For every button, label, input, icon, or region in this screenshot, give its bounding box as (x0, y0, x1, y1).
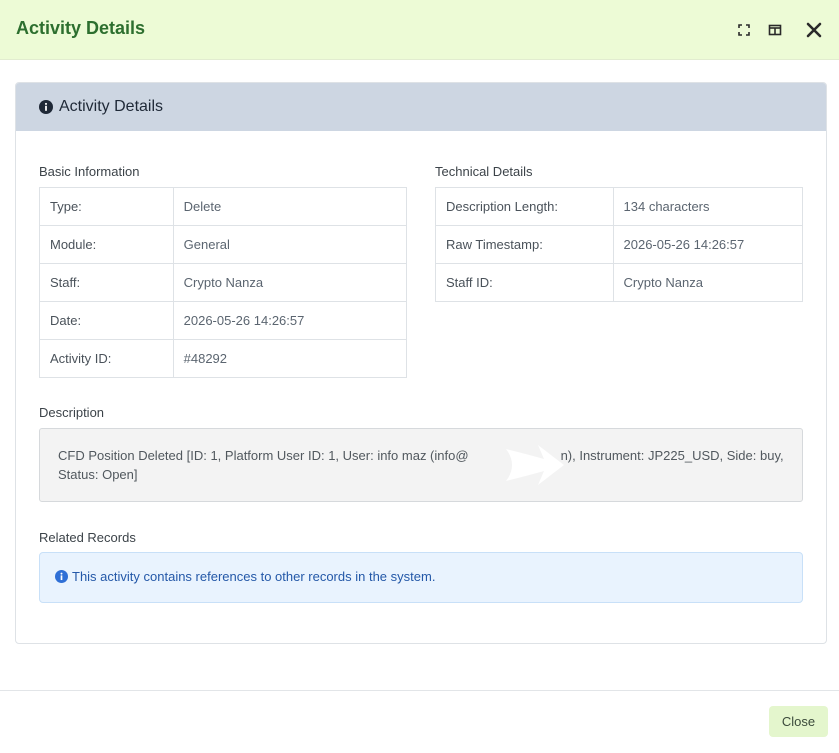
row-key: Activity ID: (39, 339, 174, 378)
table-row: Staff: Crypto Nanza (39, 263, 408, 302)
row-value: General (172, 225, 408, 264)
redaction-arrow-icon (506, 445, 564, 485)
table-row: Type: Delete (39, 187, 408, 226)
table-row: Raw Timestamp: 2026-05-26 14:26:57 (435, 225, 804, 264)
modal-title: Activity Details (16, 18, 146, 38)
row-key: Date: (39, 301, 174, 340)
modal-header: Activity Details (0, 0, 839, 60)
card-title: Activity Details (59, 98, 164, 115)
modal-footer: Close (0, 690, 839, 753)
description-line-1: CFD Position Deleted [ID: 1, Platform Us… (58, 446, 784, 465)
row-value: Crypto Nanza (172, 263, 408, 302)
basic-info-heading: Basic Information (39, 164, 140, 179)
description-heading: Description (39, 405, 105, 420)
alert-text: This activity contains references to oth… (72, 569, 436, 584)
technical-details-table: Description Length: 134 characters Raw T… (435, 187, 804, 302)
technical-details-heading: Technical Details (435, 164, 533, 179)
row-value: 2026-05-26 14:26:57 (172, 301, 408, 340)
row-key: Staff ID: (435, 263, 614, 302)
table-row: Staff ID: Crypto Nanza (435, 263, 804, 302)
card-header: Activity Details (16, 83, 826, 131)
row-value: 134 characters (612, 187, 804, 226)
row-key: Description Length: (435, 187, 614, 226)
row-value: Crypto Nanza (612, 263, 804, 302)
row-key: Module: (39, 225, 174, 264)
modal-body: Activity Details Basic Information Type:… (0, 61, 839, 690)
table-row: Activity ID: #48292 (39, 339, 408, 378)
activity-details-modal: Activity Details Activity Details Basic … (0, 0, 839, 753)
row-value: Delete (172, 187, 408, 226)
close-button[interactable]: Close (769, 706, 828, 737)
description-line-2: Status: Open] (58, 467, 138, 482)
description-text-before: CFD Position Deleted [ID: 1, Platform Us… (58, 448, 469, 463)
close-icon[interactable] (804, 20, 824, 40)
description-text-after: n), Instrument: JP225_USD, Side: buy, (560, 448, 784, 463)
row-key: Type: (39, 187, 174, 226)
related-records-alert: This activity contains references to oth… (39, 552, 803, 603)
table-row: Date: 2026-05-26 14:26:57 (39, 301, 408, 340)
row-key: Raw Timestamp: (435, 225, 614, 264)
fullscreen-icon[interactable] (734, 20, 754, 40)
related-records-heading: Related Records (39, 530, 136, 545)
table-row: Module: General (39, 225, 408, 264)
basic-info-table: Type: Delete Module: General Staff: Cryp… (39, 187, 408, 378)
table-row: Description Length: 134 characters (435, 187, 804, 226)
row-value: #48292 (172, 339, 408, 378)
row-value: 2026-05-26 14:26:57 (612, 225, 804, 264)
info-icon (55, 570, 68, 583)
split-view-icon[interactable] (765, 20, 785, 40)
info-icon (39, 100, 53, 114)
description-box: CFD Position Deleted [ID: 1, Platform Us… (39, 428, 803, 502)
row-key: Staff: (39, 263, 174, 302)
activity-card: Activity Details Basic Information Type:… (15, 82, 827, 644)
